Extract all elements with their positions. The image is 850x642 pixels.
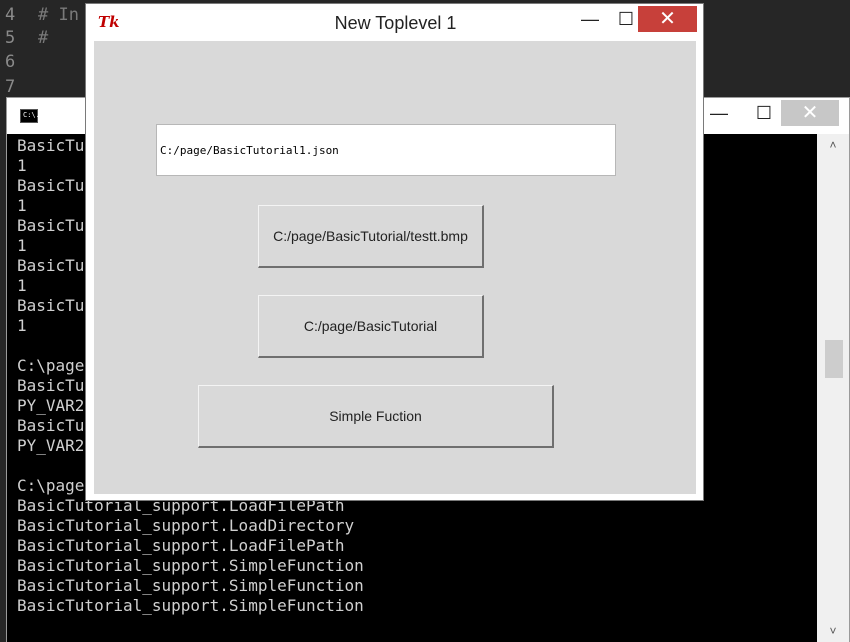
console-line: BasicTu [17, 296, 85, 315]
close-button[interactable]: ✕ [638, 6, 697, 32]
console-line: BasicTu [17, 376, 85, 395]
line-number: 7 [5, 77, 16, 97]
console-line: BasicTu [17, 176, 85, 195]
console-line: BasicTutorial_support.SimpleFunction [17, 576, 364, 595]
simple-function-button[interactable]: Simple Fuction [198, 385, 554, 448]
line-number: 5 [5, 28, 16, 48]
console-line: C:\page [17, 476, 85, 495]
toplevel-window[interactable]: Tk New Toplevel 1 — ☐ ✕ C:/page/BasicTut… [85, 3, 704, 501]
scrollbar-thumb[interactable] [825, 340, 843, 378]
console-line: PY_VAR2 [17, 436, 85, 455]
minimize-button[interactable]: — [570, 6, 610, 32]
console-line: BasicTutorial_support.SimpleFunction [17, 596, 364, 615]
scroll-up-icon[interactable]: ˄ [817, 134, 849, 156]
line-number: 4 [5, 5, 16, 25]
console-line: BasicTutorial_support.LoadFilePath [17, 536, 345, 555]
console-line: 1 [17, 196, 27, 215]
console-line: 1 [17, 156, 27, 175]
console-line: BasicTu [17, 416, 85, 435]
console-line: 1 [17, 276, 27, 295]
console-line: 1 [17, 236, 27, 255]
console-line: BasicTutorial_support.SimpleFunction [17, 556, 364, 575]
console-line: BasicTu [17, 136, 85, 155]
console-line: C:\page [17, 356, 85, 375]
console-scrollbar[interactable]: ˄ ˅ [817, 134, 849, 642]
console-close-button[interactable]: ✕ [781, 100, 839, 126]
console-line: 1 [17, 316, 27, 335]
console-line: BasicTu [17, 216, 85, 235]
window-client-area: C:/page/BasicTutorial1.json C:/page/Basi… [94, 41, 696, 494]
console-line: PY_VAR2 [17, 396, 85, 415]
console-maximize-button[interactable]: ☐ [742, 100, 786, 126]
load-file-path-button[interactable]: C:/page/BasicTutorial/testt.bmp [258, 205, 484, 268]
console-line: BasicTu [17, 256, 85, 275]
code-line: # In [38, 5, 79, 25]
cmd-icon: C:\. [20, 109, 40, 123]
line-number: 6 [5, 52, 16, 72]
console-line: BasicTutorial_support.LoadDirectory [17, 516, 355, 535]
load-directory-button[interactable]: C:/page/BasicTutorial [258, 295, 484, 358]
scroll-down-icon[interactable]: ˅ [817, 620, 849, 642]
file-path-entry[interactable]: C:/page/BasicTutorial1.json [156, 124, 616, 176]
code-line: # [38, 28, 49, 48]
